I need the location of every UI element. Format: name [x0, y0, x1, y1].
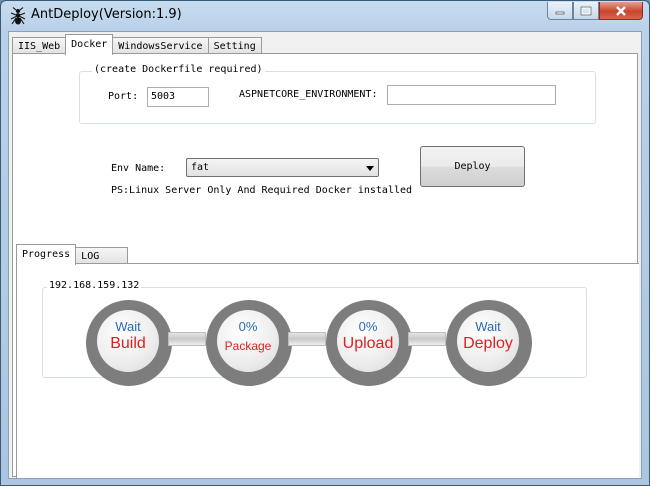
stage-package: 0% Package: [206, 300, 292, 386]
dockerfile-group: (create Dockerfile required) Port: 5003 …: [79, 64, 596, 124]
env-name-label: Env Name:: [111, 163, 166, 174]
server-ip-label: 192.168.159.132: [47, 280, 142, 291]
close-icon: [616, 5, 626, 16]
progress-tab-strip: Progress LOG: [16, 244, 129, 265]
port-label: Port:: [108, 91, 139, 102]
aspnetcore-environment-input[interactable]: [387, 85, 556, 105]
stage-upload-status: 0%: [358, 319, 378, 334]
chevron-down-icon: [366, 166, 374, 171]
close-button[interactable]: [599, 2, 643, 20]
stage-build: Wait Build: [86, 300, 172, 386]
dockerfile-group-label: (create Dockerfile required): [92, 64, 265, 75]
stage-build-name: Build: [110, 335, 146, 352]
port-input[interactable]: 5003: [147, 87, 209, 107]
env-name-select[interactable]: fat: [186, 158, 379, 177]
stage-deploy-status: Wait: [475, 319, 501, 334]
tab-progress[interactable]: Progress: [16, 244, 77, 265]
title-bar[interactable]: AntDeploy(Version:1.9): [1, 1, 649, 31]
stage-upload-name: Upload: [342, 335, 394, 352]
docker-note: PS:Linux Server Only And Required Docker…: [111, 185, 413, 196]
stage-deploy: Wait Deploy: [446, 300, 532, 386]
window-title: AntDeploy(Version:1.9): [31, 7, 182, 22]
stage-connector: [288, 332, 326, 346]
docker-tab-page: (create Dockerfile required) Port: 5003 …: [12, 53, 639, 478]
aspnetcore-environment-label: ASPNETCORE_ENVIRONMENT:: [239, 89, 378, 100]
minimize-icon: [555, 11, 565, 14]
stage-connector: [408, 332, 446, 346]
maximize-button[interactable]: [573, 2, 599, 20]
progress-tab-page: 192.168.159.132 Wait Build 0% Package 0%…: [16, 263, 639, 478]
stage-upload: 0% Upload: [326, 300, 412, 386]
maximize-icon: [580, 6, 592, 15]
stage-package-status: 0%: [238, 319, 258, 334]
app-window: AntDeploy(Version:1.9) IIS_Web Docker Wi…: [0, 0, 650, 486]
main-tab-strip: IIS_Web Docker WindowsService Setting: [12, 34, 262, 55]
env-name-value: fat: [191, 162, 210, 173]
tab-docker[interactable]: Docker: [65, 34, 114, 55]
ant-icon: [10, 7, 26, 25]
stage-package-name: Package: [224, 339, 272, 353]
stage-connector: [168, 332, 206, 346]
client-area: IIS_Web Docker WindowsService Setting (c…: [8, 31, 642, 479]
stage-deploy-name: Deploy: [463, 335, 513, 352]
minimize-button[interactable]: [547, 2, 573, 20]
deploy-button[interactable]: Deploy: [420, 146, 525, 187]
stage-build-status: Wait: [115, 319, 141, 334]
